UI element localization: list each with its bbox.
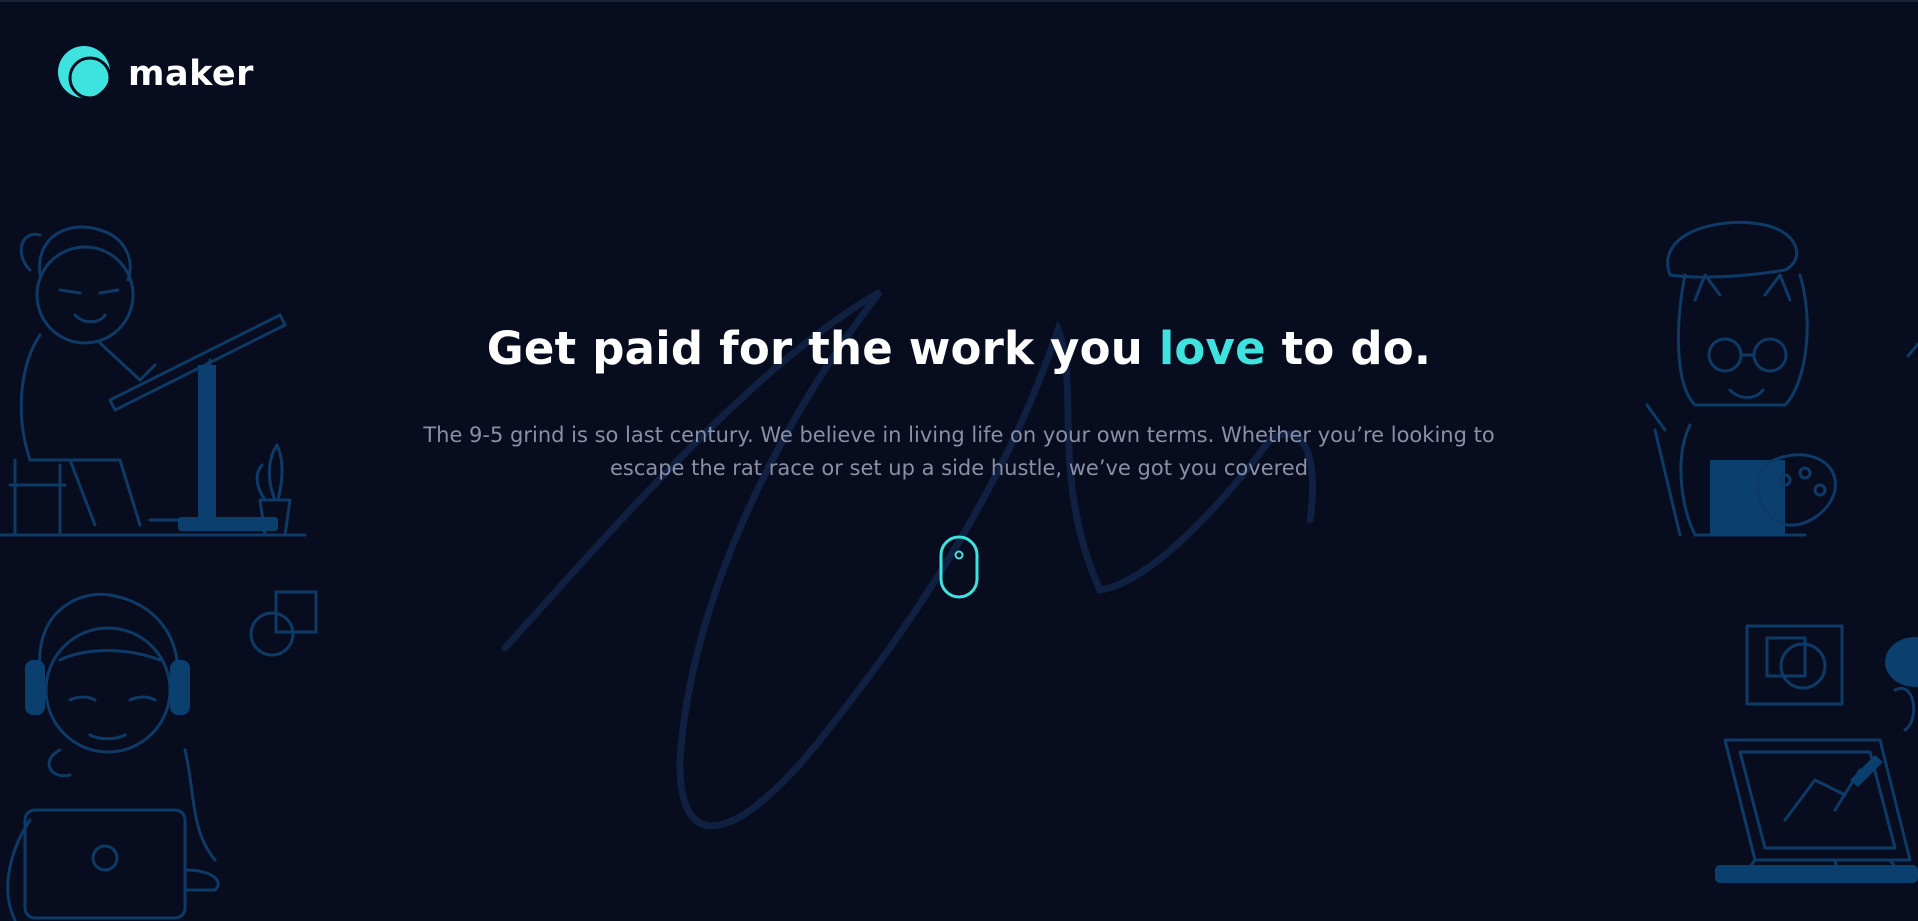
headphones-person-illustration bbox=[6, 592, 220, 921]
headline-accent-word: love bbox=[1158, 322, 1266, 375]
maker-logo-icon bbox=[58, 46, 112, 100]
edge-partial-icon bbox=[1906, 342, 1918, 358]
headline-part-1: Get paid for the work you bbox=[486, 322, 1159, 375]
designer-illustration bbox=[1715, 637, 1918, 883]
hero-subtext: The 9-5 grind is so last century. We bel… bbox=[423, 423, 1495, 480]
mouse-scroll-icon[interactable] bbox=[939, 535, 979, 599]
brand-logo[interactable]: maker bbox=[58, 46, 254, 102]
shapes-icon bbox=[249, 590, 318, 657]
brand-name: maker bbox=[128, 54, 254, 94]
top-border bbox=[0, 0, 1918, 2]
headline-part-2: to do. bbox=[1265, 322, 1432, 375]
painter-illustration bbox=[1645, 220, 1837, 537]
landing-page: maker Get paid for the work you love to … bbox=[0, 0, 1918, 921]
drafting-person-illustration bbox=[0, 225, 307, 537]
